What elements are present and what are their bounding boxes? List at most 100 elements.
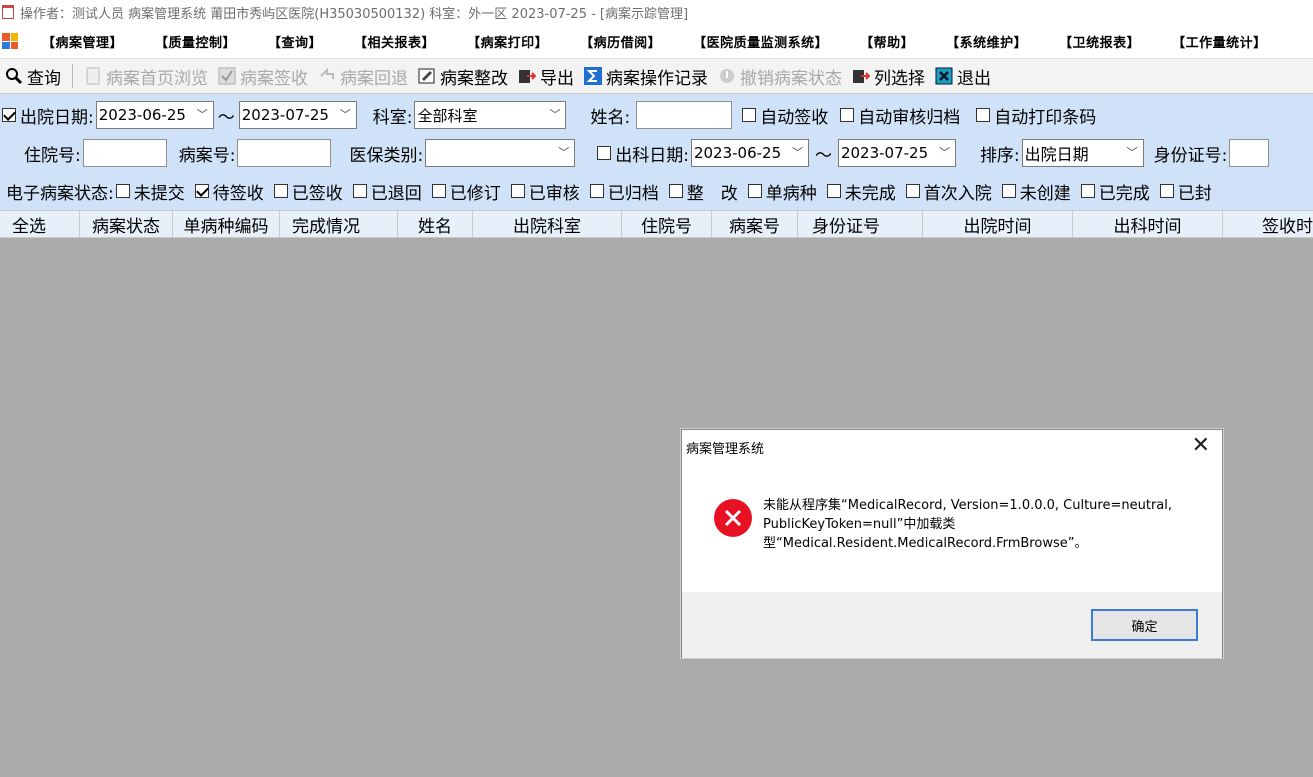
- discharge-date-to-value: 2023-07-25: [241, 106, 329, 124]
- chevron-down-icon: ﹀: [1126, 146, 1138, 159]
- range-tilde: ～: [217, 107, 235, 128]
- menu-system-maintenance[interactable]: 【系统维护】: [932, 32, 1045, 51]
- query-label: 查询: [27, 68, 61, 89]
- column-select-button[interactable]: 列选择: [847, 61, 930, 91]
- dept-out-date-checkbox[interactable]: [597, 146, 612, 160]
- close-icon[interactable]: ✕: [1192, 434, 1210, 458]
- auto-sign-checkbox[interactable]: [742, 108, 757, 122]
- col-inpatient-no[interactable]: 住院号: [622, 211, 712, 237]
- col-record-no[interactable]: 病案号: [712, 211, 798, 237]
- revoke-status-button[interactable]: 撤销病案状态: [713, 61, 847, 91]
- inpatient-no-input[interactable]: [82, 139, 167, 167]
- dept-out-date-label: 出科日期:: [615, 145, 689, 166]
- menu-health-statistics[interactable]: 【卫统报表】: [1045, 32, 1158, 51]
- dept-out-from-value: 2023-06-25: [693, 144, 782, 162]
- status-not-created: 未创建: [1019, 183, 1071, 204]
- insurance-select[interactable]: ﹀: [425, 139, 576, 167]
- col-dept-out-time[interactable]: 出科时间: [1073, 211, 1223, 237]
- status-pending-sign: 待签收: [212, 183, 264, 204]
- discharge-date-label: 出院日期:: [20, 107, 94, 128]
- menu-workload-statistics[interactable]: 【工作量统计】: [1158, 32, 1285, 51]
- exit-label: 退出: [957, 68, 991, 89]
- col-id-no[interactable]: 身份证号: [798, 211, 923, 237]
- chevron-down-icon: ﹀: [938, 146, 950, 159]
- export-button[interactable]: 导出: [513, 61, 579, 91]
- col-disease-code[interactable]: 单病种编码: [173, 211, 280, 237]
- status-checkbox-first-admission[interactable]: [905, 184, 920, 198]
- menu-record-management[interactable]: 【病案管理】: [28, 32, 141, 51]
- status-checkbox-revised[interactable]: [431, 184, 446, 198]
- status-checkbox-signed[interactable]: [273, 184, 288, 198]
- app-menu-icon[interactable]: [2, 33, 18, 49]
- discharge-date-from-value: 2023-06-25: [98, 106, 186, 124]
- status-checkbox-unsubmitted[interactable]: [115, 184, 130, 198]
- sign-button[interactable]: 病案签收: [213, 61, 313, 91]
- status-checkbox-pending-sign[interactable]: [194, 184, 209, 198]
- inpatient-no-label: 住院号:: [24, 145, 81, 166]
- discharge-date-from-picker[interactable]: 2023-06-25 ﹀: [95, 101, 214, 129]
- id-input[interactable]: [1229, 139, 1270, 167]
- export-label: 导出: [540, 68, 574, 89]
- columns-icon: [852, 67, 870, 85]
- sort-select[interactable]: 出院日期 ﹀: [1021, 139, 1144, 167]
- menu-quality-control[interactable]: 【质量控制】: [141, 32, 254, 51]
- document-icon: [84, 67, 102, 85]
- menu-related-reports[interactable]: 【相关报表】: [340, 32, 453, 51]
- sort-value: 出院日期: [1024, 145, 1089, 164]
- status-checkbox-not-created[interactable]: [1001, 184, 1016, 198]
- dept-out-from-picker[interactable]: 2023-06-25 ﹀: [690, 139, 809, 167]
- status-checkbox-completed[interactable]: [1080, 184, 1095, 198]
- dept-out-to-picker[interactable]: 2023-07-25 ﹀: [837, 139, 956, 167]
- auto-audit-archive-checkbox[interactable]: [840, 108, 855, 122]
- status-checkbox-returned[interactable]: [352, 184, 367, 198]
- return-button[interactable]: 病案回退: [313, 61, 413, 91]
- record-no-input[interactable]: [237, 139, 332, 167]
- status-checkbox-single-disease[interactable]: [747, 184, 762, 198]
- col-sign-time[interactable]: 签收时: [1223, 211, 1313, 237]
- status-checkbox-rectify[interactable]: [668, 184, 683, 198]
- status-checkbox-sealed[interactable]: [1159, 184, 1174, 198]
- chevron-down-icon: ﹀: [791, 146, 803, 159]
- menu-help[interactable]: 【帮助】: [846, 32, 932, 51]
- dept-select[interactable]: 全部科室 ﹀: [414, 101, 567, 129]
- menu-query[interactable]: 【查询】: [254, 32, 340, 51]
- exit-button[interactable]: 退出: [930, 61, 996, 91]
- status-label: 电子病案状态:: [6, 183, 114, 204]
- column-select-label: 列选择: [874, 68, 925, 89]
- menu-record-borrow[interactable]: 【病历借阅】: [566, 32, 679, 51]
- col-discharge-dept[interactable]: 出院科室: [473, 211, 622, 237]
- col-name[interactable]: 姓名: [398, 211, 473, 237]
- dept-value: 全部科室: [417, 106, 478, 125]
- col-completion[interactable]: 完成情况: [280, 211, 398, 237]
- query-button[interactable]: 查询: [0, 61, 66, 91]
- status-first-admission: 首次入院: [923, 183, 992, 204]
- status-sealed: 已封: [1177, 183, 1212, 204]
- col-record-status[interactable]: 病案状态: [80, 211, 173, 237]
- browse-home-button[interactable]: 病案首页浏览: [79, 61, 213, 91]
- menu-quality-monitoring[interactable]: 【医院质量监测系统】: [679, 32, 846, 51]
- status-checkbox-audited[interactable]: [510, 184, 525, 198]
- menu-record-print[interactable]: 【病案打印】: [453, 32, 566, 51]
- discharge-date-checkbox[interactable]: [2, 108, 16, 122]
- auto-print-barcode-label: 自动打印条码: [994, 107, 1097, 128]
- ok-button[interactable]: 确定: [1091, 609, 1198, 641]
- status-single-disease: 单病种: [765, 183, 817, 204]
- export-icon: [518, 67, 536, 85]
- toolbar: 查询 病案首页浏览 病案签收 病案回退 病案整改 导出 病案操作记录 撤销病案状…: [0, 58, 1313, 94]
- magnifier-icon: [5, 67, 23, 85]
- rectify-button[interactable]: 病案整改: [413, 61, 513, 91]
- browse-home-label: 病案首页浏览: [106, 68, 208, 89]
- name-input[interactable]: [636, 101, 733, 129]
- status-checkbox-archived[interactable]: [589, 184, 604, 198]
- col-select-all[interactable]: 全选: [0, 211, 80, 237]
- auto-print-barcode-checkbox[interactable]: [976, 108, 991, 122]
- status-checkbox-incomplete[interactable]: [826, 184, 841, 198]
- range-tilde: ～: [814, 145, 832, 166]
- discharge-date-to-picker[interactable]: 2023-07-25 ﹀: [238, 101, 357, 129]
- error-dialog: 病案管理系统 ✕ 未能从程序集“MedicalRecord, Version=1…: [681, 429, 1223, 658]
- op-log-button[interactable]: 病案操作记录: [579, 61, 713, 91]
- name-label: 姓名:: [590, 107, 631, 128]
- col-discharge-time[interactable]: 出院时间: [923, 211, 1073, 237]
- exit-icon: [935, 67, 953, 85]
- dept-out-to-value: 2023-07-25: [840, 144, 929, 162]
